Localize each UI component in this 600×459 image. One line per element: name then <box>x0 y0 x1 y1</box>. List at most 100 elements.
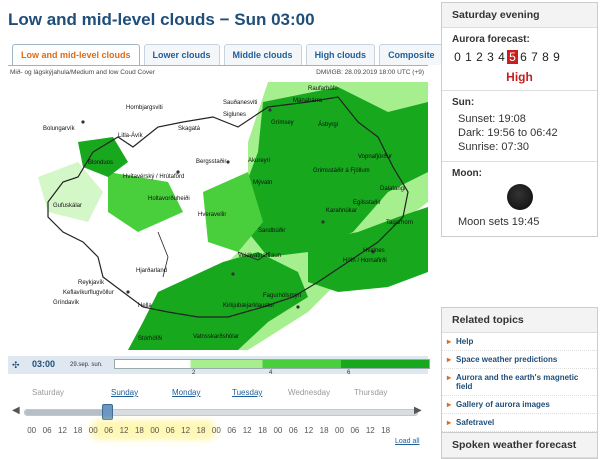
moon-set-time: Moon sets 19:45 <box>458 216 540 228</box>
place-label: Sandbúðir <box>258 227 285 234</box>
hour-label[interactable]: 00 <box>332 426 347 435</box>
time-slider-track[interactable] <box>24 409 418 416</box>
related-link-gallery[interactable]: Gallery of aurora images <box>442 396 597 414</box>
tab-middle-clouds[interactable]: Middle clouds <box>223 44 302 65</box>
related-link-safetravel[interactable]: Safetravel <box>442 414 597 432</box>
place-label: Gríndavík <box>53 300 80 306</box>
aurora-scale-digit: 4 <box>498 50 505 64</box>
place-label: Vatnsskarðshólar <box>193 333 239 340</box>
place-label: Hornbjargsviti <box>126 105 163 111</box>
aurora-forecast-label: Aurora forecast: <box>452 34 530 45</box>
place-label: Ásbyrgi <box>318 121 338 128</box>
place-label: Bolungarvík <box>43 126 76 132</box>
place-label: Egilsstaðir <box>353 199 381 206</box>
place-label: Hvalnes <box>363 248 385 254</box>
aurora-scale-digit: 6 <box>520 50 527 64</box>
related-link-help[interactable]: Help <box>442 333 597 351</box>
next-arrow-icon[interactable]: ▶ <box>414 405 422 416</box>
aurora-scale-digit: 1 <box>465 50 472 64</box>
hour-label[interactable]: 12 <box>55 426 70 435</box>
place-label: Grímsey <box>271 120 294 126</box>
cloud-cover-scale <box>114 359 430 369</box>
moon-label: Moon: <box>452 168 482 179</box>
hour-label[interactable]: 12 <box>178 426 193 435</box>
hour-label[interactable]: 06 <box>347 426 362 435</box>
panel-title: Saturday evening <box>442 3 597 28</box>
station-dot <box>81 120 85 124</box>
move-icon[interactable]: ✣ <box>12 360 20 371</box>
hour-label[interactable]: 06 <box>224 426 239 435</box>
place-label: Akureyri <box>248 158 270 164</box>
aurora-scale-digit: 2 <box>476 50 483 64</box>
station-dot <box>296 305 300 309</box>
moon-phase-icon <box>506 184 533 210</box>
hour-label[interactable]: 00 <box>209 426 224 435</box>
aurora-scale-digit: 3 <box>487 50 494 64</box>
hour-label[interactable]: 18 <box>132 426 147 435</box>
hour-label[interactable]: 12 <box>116 426 131 435</box>
scale-label: 2 <box>192 370 196 376</box>
hour-label[interactable]: 06 <box>163 426 178 435</box>
tab-composite[interactable]: Composite <box>379 44 444 65</box>
place-label: Keflavíkurflugvöllur <box>63 290 114 296</box>
place-label: Sauðanesviti <box>223 99 257 106</box>
hour-label[interactable]: 18 <box>193 426 208 435</box>
hour-label[interactable]: 18 <box>378 426 393 435</box>
aurora-scale-digit: 5 <box>507 50 518 64</box>
tab-lower-clouds[interactable]: Lower clouds <box>143 44 220 65</box>
hour-label[interactable]: 06 <box>101 426 116 435</box>
place-label: Blonduos <box>88 160 113 166</box>
place-label: Fagurhólsmýri <box>263 293 301 299</box>
hour-label[interactable]: 12 <box>301 426 316 435</box>
day-row: Saturday Sunday Monday Tuesday Wednesday… <box>8 388 428 402</box>
hour-label[interactable]: 18 <box>70 426 85 435</box>
dark-period: Dark: 19:56 to 06:42 <box>458 127 558 139</box>
aurora-level: High <box>506 70 533 84</box>
aurora-scale-digit: 7 <box>531 50 538 64</box>
sunset-time: Sunset: 19:08 <box>458 113 526 125</box>
page-title: Low and mid-level clouds − Sun 03:00 <box>8 10 315 29</box>
hour-label[interactable]: 18 <box>316 426 331 435</box>
tab-low-mid-clouds[interactable]: Low and mid-level clouds <box>12 44 140 65</box>
place-label: Hveravellir <box>198 212 226 218</box>
hour-label[interactable]: 00 <box>86 426 101 435</box>
station-dot <box>268 108 272 112</box>
tab-bar: Low and mid-level clouds Lower clouds Mi… <box>12 44 444 65</box>
aurora-scale-digit: 9 <box>553 50 560 64</box>
tab-high-clouds[interactable]: High clouds <box>305 44 376 65</box>
related-topics-panel: Related topics Help Space weather predic… <box>441 307 598 433</box>
time-slider-handle[interactable] <box>102 404 114 420</box>
hour-label[interactable]: 00 <box>24 426 39 435</box>
place-label: Raufarhöfn <box>308 86 338 92</box>
hour-label[interactable]: 12 <box>363 426 378 435</box>
place-label: Tagarhorn <box>386 220 413 226</box>
previous-arrow-icon[interactable]: ◀ <box>12 405 20 416</box>
aurora-scale: 0123456789 <box>452 50 587 64</box>
load-all-link[interactable]: Load all <box>395 438 420 445</box>
day-monday[interactable]: Monday <box>172 388 200 397</box>
cloud-cover-map[interactable]: Raufarhöfn Sauðanesviti Mánabárra Hornbj… <box>8 82 428 350</box>
place-label: Veidivatnahraun <box>238 253 281 259</box>
time-slider-fill <box>25 410 108 415</box>
day-tuesday[interactable]: Tuesday <box>232 388 262 397</box>
day-sunday[interactable]: Sunday <box>111 388 138 397</box>
hour-label[interactable]: 06 <box>39 426 54 435</box>
scale-label: 4 <box>269 370 273 376</box>
place-label: Mánabárra <box>293 98 323 104</box>
place-label: Vopnafjörður <box>358 153 392 160</box>
aurora-scale-digit: 0 <box>454 50 461 64</box>
hour-label[interactable]: 18 <box>255 426 270 435</box>
hour-label[interactable]: 00 <box>147 426 162 435</box>
hour-label[interactable]: 12 <box>239 426 254 435</box>
place-label: Siglunes <box>223 112 246 118</box>
related-link-magnetic-field[interactable]: Aurora and the earth's magnetic field <box>442 369 597 396</box>
place-label: Dalatangi <box>380 186 405 192</box>
place-label: Gufuskálar <box>53 203 82 209</box>
related-topics-title: Related topics <box>442 308 597 333</box>
hour-label[interactable]: 06 <box>286 426 301 435</box>
place-label: Skagatá <box>178 126 201 132</box>
related-link-space-weather[interactable]: Space weather predictions <box>442 351 597 369</box>
hour-label[interactable]: 00 <box>270 426 285 435</box>
place-label: Hvítavérský / Hrútaförd <box>123 174 184 180</box>
map-run-info: DMI/IGB: 28.09.2019 18:00 UTC (+9) <box>316 69 424 76</box>
